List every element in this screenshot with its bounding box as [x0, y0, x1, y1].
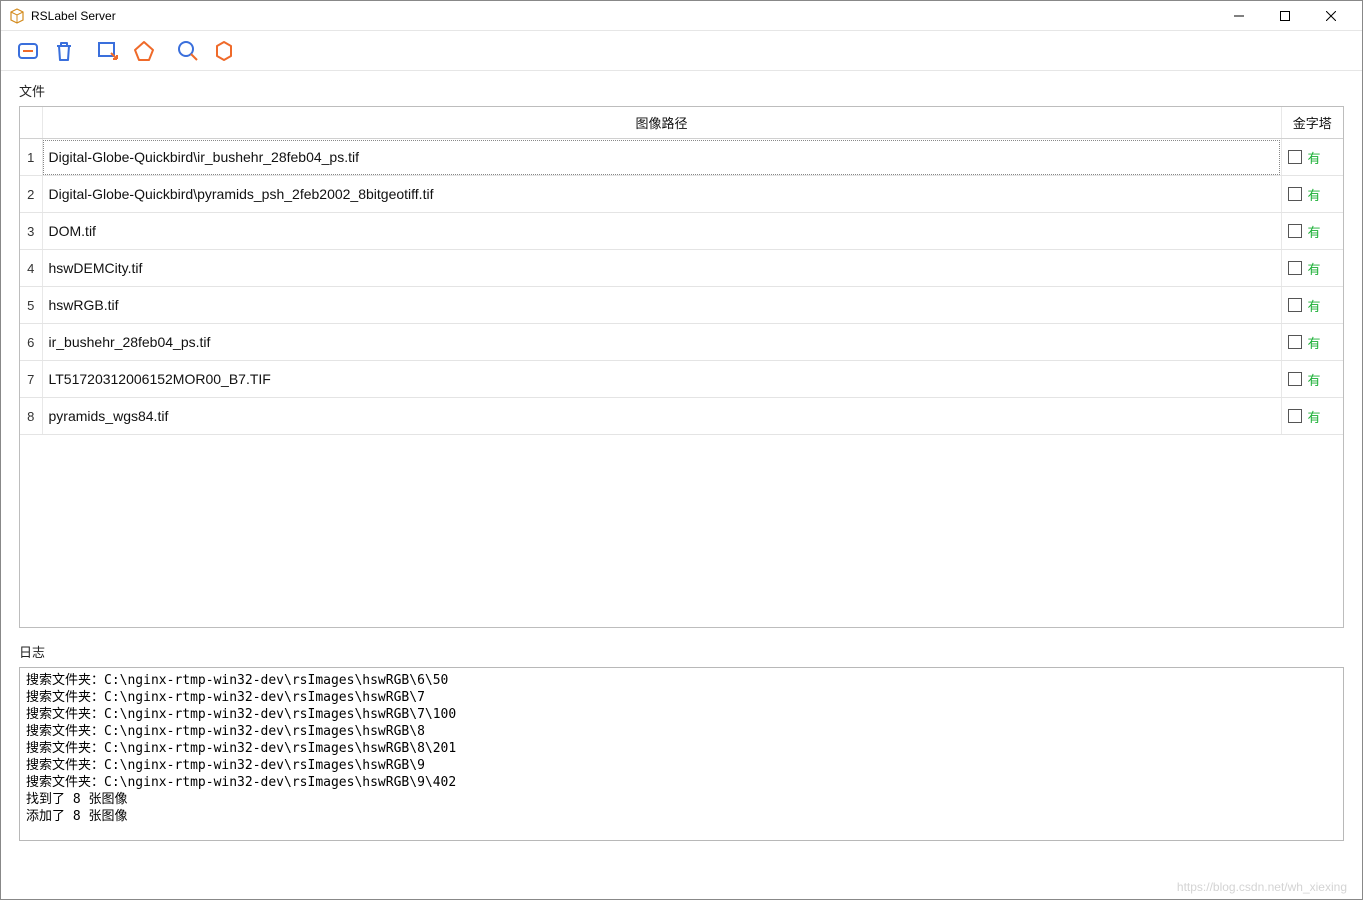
tool-hexagon[interactable] — [207, 34, 241, 68]
table-row[interactable]: 4hswDEMCity.tif 有 — [20, 250, 1343, 287]
titlebar: RSLabel Server — [1, 1, 1362, 31]
row-number: 4 — [20, 250, 42, 287]
tool-rectangle[interactable] — [91, 34, 125, 68]
row-path[interactable]: Digital-Globe-Quickbird\pyramids_psh_2fe… — [42, 176, 1281, 213]
row-number: 1 — [20, 139, 42, 176]
row-number: 6 — [20, 324, 42, 361]
row-pyramid-cell: 有 — [1281, 324, 1343, 361]
pyramid-checkbox[interactable] — [1288, 298, 1302, 312]
row-number: 2 — [20, 176, 42, 213]
row-path[interactable]: ir_bushehr_28feb04_ps.tif — [42, 324, 1281, 361]
close-button[interactable] — [1308, 1, 1354, 31]
row-path[interactable]: Digital-Globe-Quickbird\ir_bushehr_28feb… — [42, 139, 1281, 176]
row-pyramid-cell: 有 — [1281, 176, 1343, 213]
files-table-header-path[interactable]: 图像路径 — [42, 107, 1281, 139]
row-path[interactable]: hswRGB.tif — [42, 287, 1281, 324]
log-section: 日志 搜索文件夹：C:\nginx-rtmp-win32-dev\rsImage… — [19, 642, 1344, 841]
row-pyramid-cell: 有 — [1281, 361, 1343, 398]
pyramid-checkbox[interactable] — [1288, 409, 1302, 423]
log-textarea[interactable]: 搜索文件夹：C:\nginx-rtmp-win32-dev\rsImages\h… — [19, 667, 1344, 841]
pyramid-checkbox[interactable] — [1288, 224, 1302, 238]
pyramid-checkbox[interactable] — [1288, 372, 1302, 386]
files-table-corner — [20, 107, 42, 139]
row-path[interactable]: LT51720312006152MOR00_B7.TIF — [42, 361, 1281, 398]
table-row[interactable]: 7LT51720312006152MOR00_B7.TIF 有 — [20, 361, 1343, 398]
table-row[interactable]: 2Digital-Globe-Quickbird\pyramids_psh_2f… — [20, 176, 1343, 213]
maximize-button[interactable] — [1262, 1, 1308, 31]
row-pyramid-cell: 有 — [1281, 398, 1343, 435]
pyramid-status: 有 — [1308, 148, 1321, 167]
files-table: 图像路径 金字塔 1Digital-Globe-Quickbird\ir_bus… — [20, 107, 1343, 435]
tool-search[interactable] — [171, 34, 205, 68]
toolbar — [1, 31, 1362, 71]
table-row[interactable]: 3DOM.tif 有 — [20, 213, 1343, 250]
files-section-label: 文件 — [19, 81, 1344, 106]
window-title: RSLabel Server — [31, 9, 116, 23]
tool-delete[interactable] — [47, 34, 81, 68]
table-row[interactable]: 8pyramids_wgs84.tif 有 — [20, 398, 1343, 435]
row-pyramid-cell: 有 — [1281, 287, 1343, 324]
pyramid-status: 有 — [1308, 259, 1321, 278]
tool-polygon[interactable] — [127, 34, 161, 68]
minimize-button[interactable] — [1216, 1, 1262, 31]
pyramid-status: 有 — [1308, 296, 1321, 315]
row-number: 8 — [20, 398, 42, 435]
row-path[interactable]: hswDEMCity.tif — [42, 250, 1281, 287]
pyramid-status: 有 — [1308, 333, 1321, 352]
pyramid-status: 有 — [1308, 222, 1321, 241]
files-table-header-pyramid[interactable]: 金字塔 — [1281, 107, 1343, 139]
window-controls — [1216, 1, 1354, 31]
row-pyramid-cell: 有 — [1281, 250, 1343, 287]
app-icon — [9, 8, 25, 24]
content-area: 文件 图像路径 金字塔 1Digital-Globe-Quickbird\ir_… — [1, 71, 1362, 899]
row-path[interactable]: DOM.tif — [42, 213, 1281, 250]
row-pyramid-cell: 有 — [1281, 139, 1343, 176]
log-section-label: 日志 — [19, 642, 1344, 667]
row-number: 7 — [20, 361, 42, 398]
pyramid-checkbox[interactable] — [1288, 261, 1302, 275]
table-row[interactable]: 1Digital-Globe-Quickbird\ir_bushehr_28fe… — [20, 139, 1343, 176]
pyramid-checkbox[interactable] — [1288, 187, 1302, 201]
table-row[interactable]: 5hswRGB.tif 有 — [20, 287, 1343, 324]
row-path[interactable]: pyramids_wgs84.tif — [42, 398, 1281, 435]
table-row[interactable]: 6ir_bushehr_28feb04_ps.tif 有 — [20, 324, 1343, 361]
files-table-container: 图像路径 金字塔 1Digital-Globe-Quickbird\ir_bus… — [19, 106, 1344, 628]
tool-add-image[interactable] — [11, 34, 45, 68]
pyramid-status: 有 — [1308, 407, 1321, 426]
pyramid-checkbox[interactable] — [1288, 335, 1302, 349]
row-number: 3 — [20, 213, 42, 250]
row-number: 5 — [20, 287, 42, 324]
pyramid-status: 有 — [1308, 370, 1321, 389]
row-pyramid-cell: 有 — [1281, 213, 1343, 250]
pyramid-checkbox[interactable] — [1288, 150, 1302, 164]
pyramid-status: 有 — [1308, 185, 1321, 204]
